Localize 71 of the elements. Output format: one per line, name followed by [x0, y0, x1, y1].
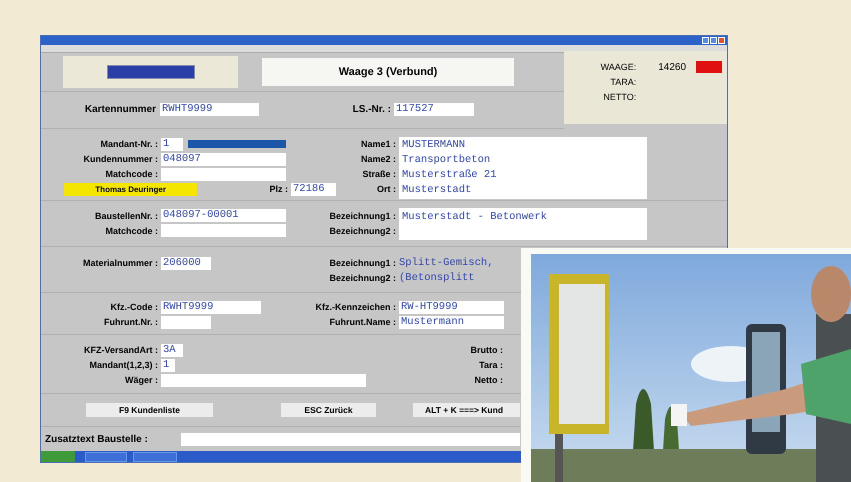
input-field[interactable]: RWHT9999	[161, 300, 261, 314]
taskbar-button[interactable]	[133, 452, 177, 462]
field-label: Materialnummer :	[82, 258, 159, 268]
address-line: Musterstraße 21	[402, 169, 497, 182]
input-field[interactable]	[161, 168, 286, 181]
field-label: BaustellenNr. :	[94, 210, 159, 221]
input-field[interactable]: 206000	[161, 256, 211, 270]
field-label: Matchcode :	[104, 226, 159, 236]
description-line: (Betonsplitt	[399, 272, 475, 284]
field-label: Kfz.-Code :	[110, 302, 159, 312]
action-button[interactable]: ESC Zurück	[281, 403, 376, 418]
field-label: Kfz.-Kennzeichen :	[315, 302, 397, 312]
field-label: Netto :	[474, 375, 503, 386]
action-button[interactable]: F9 Kundenliste	[86, 403, 213, 418]
field-label: Wäger :	[124, 375, 159, 386]
input-field[interactable]: 048097-00001	[161, 209, 286, 222]
field-label: Name1 :	[360, 139, 397, 150]
input-field[interactable]: 117527	[394, 103, 474, 116]
description-field[interactable]: Musterstadt - Betonwerk	[399, 208, 647, 240]
input-field[interactable]: 048097	[161, 152, 286, 166]
field-label: Bezeichnung1 :	[329, 210, 397, 221]
field-label: Name2 :	[360, 154, 397, 164]
scale-label: NETTO:	[602, 92, 636, 102]
contact-name: Thomas Deuringer	[64, 182, 198, 196]
field-label: Bezeichnung1 :	[329, 258, 397, 268]
field-label: Fuhrunt.Name :	[330, 317, 397, 328]
input-field[interactable]	[161, 224, 286, 238]
input-field[interactable]: 1	[161, 138, 183, 151]
input-field[interactable]	[161, 374, 366, 387]
minimize-icon[interactable]	[702, 36, 709, 44]
taskbar-button[interactable]	[85, 452, 127, 462]
field-label: Tara :	[479, 360, 503, 370]
field-label: KFZ-VersandArt :	[82, 345, 159, 356]
input-field[interactable]: 72186	[291, 182, 336, 196]
input-field[interactable]	[161, 316, 211, 329]
field-label: Bezeichnung2 :	[329, 273, 397, 284]
field-label: Straße :	[362, 169, 397, 180]
input-field[interactable]: 1	[161, 358, 175, 372]
field-label: LS.-Nr. :	[352, 104, 392, 116]
address-line: MUSTERMANN	[402, 139, 466, 152]
field-label: Kartennummer	[84, 104, 157, 116]
description-line: Musterstadt - Betonwerk	[402, 210, 547, 223]
field-label: Matchcode :	[104, 169, 159, 180]
indicator-button[interactable]	[106, 64, 194, 79]
input-field[interactable]: Mustermann	[399, 316, 504, 329]
status-indicator	[696, 61, 722, 74]
scale-label: TARA:	[609, 77, 636, 88]
field-label: Zusatztext Baustelle :	[44, 434, 149, 445]
action-button[interactable]: ALT + K ===> Kund	[413, 403, 520, 418]
start-button[interactable]	[41, 451, 75, 462]
input-field[interactable]	[181, 432, 520, 446]
scale-value: 14260	[658, 62, 686, 73]
description-line: Splitt-Gemisch,	[399, 257, 494, 270]
address-line: Transportbeton	[402, 154, 490, 166]
field-label: Brutto :	[470, 345, 503, 356]
input-field[interactable]: RWHT9999	[160, 103, 259, 116]
address-line: Musterstadt	[402, 184, 472, 196]
address-field[interactable]: MUSTERMANN Transportbeton Musterstraße 21 Musterstadt	[399, 136, 647, 199]
screen-title: Waage 3 (Verbund)	[262, 58, 514, 86]
field-label: Ort :	[377, 184, 397, 194]
field-label: Plz :	[268, 184, 289, 194]
scale-label: WAAGE:	[600, 62, 636, 72]
field-label: Fuhrunt.Nr. :	[103, 317, 159, 328]
close-icon[interactable]	[718, 36, 725, 44]
field-label: Mandant-Nr. :	[100, 139, 159, 150]
maximize-icon[interactable]	[710, 36, 717, 44]
field-label: Bezeichnung2 :	[329, 226, 397, 236]
field-label: Kundennummer :	[82, 154, 159, 164]
field-label: Mandant(1,2,3) :	[88, 360, 159, 370]
input-field[interactable]: 3A	[161, 344, 183, 357]
input-field[interactable]: RW-HT9999	[399, 300, 504, 314]
